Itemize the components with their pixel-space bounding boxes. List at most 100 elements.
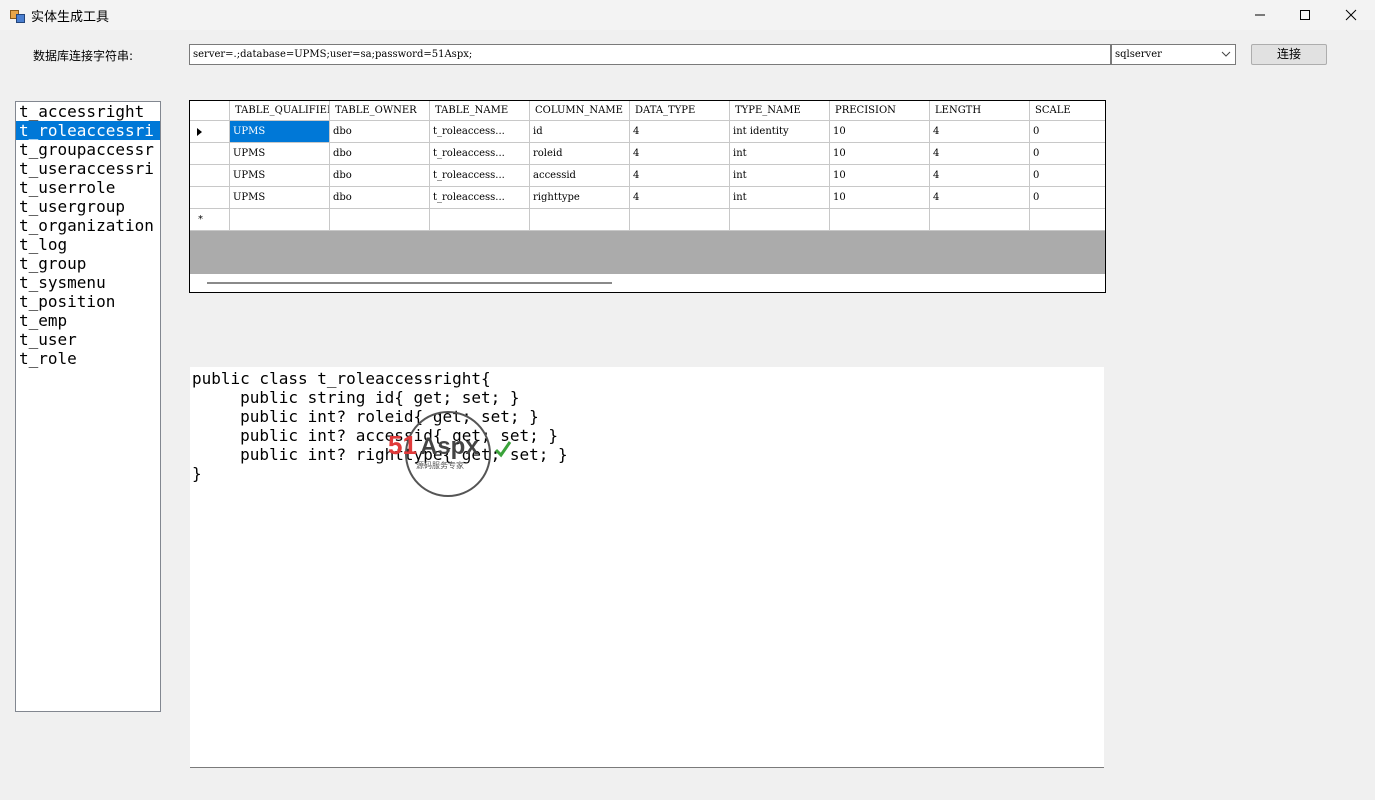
grid-cell[interactable]: 10 [830,121,930,143]
table-list-item[interactable]: t_groupaccessr [16,140,160,159]
grid-cell[interactable]: UPMS [230,143,330,165]
grid-cell[interactable]: 4 [630,165,730,187]
schema-grid[interactable]: TABLE_QUALIFIER TABLE_OWNER TABLE_NAME COLU… [189,100,1106,293]
table-row[interactable]: UPMS dbo t_roleaccess... roleid 4 int 10 4 0 [190,143,1105,165]
table-row[interactable]: UPMS dbo t_roleaccess... righttype 4 int 10 4 0 [190,187,1105,209]
code-line: public class t_roleaccessright{ [192,369,491,388]
grid-cell[interactable]: roleid [530,143,630,165]
column-header[interactable]: COLUMN_NAME [530,101,630,121]
table-list-item[interactable]: t_emp [16,311,160,330]
minimize-button[interactable] [1237,0,1283,30]
grid-cell[interactable] [730,209,830,231]
window-title: 实体生成工具 [31,10,110,25]
grid-cell[interactable]: 0 [1030,121,1105,143]
grid-cell[interactable]: 4 [630,121,730,143]
grid-cell[interactable]: UPMS [230,121,330,143]
column-header[interactable]: LENGTH [930,101,1030,121]
column-header[interactable]: PRECISION [830,101,930,121]
database-type-value: sqlserver [1115,49,1162,60]
grid-cell[interactable]: 10 [830,187,930,209]
maximize-icon [1300,10,1310,20]
grid-cell[interactable]: int identity [730,121,830,143]
table-list-item[interactable]: t_organization [16,216,160,235]
code-output[interactable]: public class t_roleaccessright{ public s… [190,367,1104,768]
row-header[interactable] [190,165,230,187]
table-list-item[interactable]: t_roleaccessri [16,121,160,140]
table-list-item[interactable]: t_group [16,254,160,273]
grid-cell[interactable]: 4 [630,187,730,209]
grid-cell[interactable]: 4 [930,143,1030,165]
grid-corner[interactable] [190,101,230,121]
connect-button[interactable]: 连接 [1251,44,1327,65]
grid-cell[interactable]: 0 [1030,187,1105,209]
grid-cell[interactable]: 4 [930,187,1030,209]
watermark-tagline: 源码服务专家 [416,460,464,470]
grid-cell[interactable] [430,209,530,231]
grid-cell[interactable]: id [530,121,630,143]
table-list-item[interactable]: t_useraccessri [16,159,160,178]
close-button[interactable] [1328,0,1374,30]
table-list-item[interactable]: t_position [16,292,160,311]
column-header[interactable]: TABLE_NAME [430,101,530,121]
grid-cell[interactable]: 0 [1030,143,1105,165]
grid-cell[interactable]: int [730,143,830,165]
grid-cell[interactable]: 10 [830,165,930,187]
database-type-select[interactable]: sqlserver [1111,44,1236,65]
row-header[interactable] [190,121,230,143]
grid-cell[interactable]: int [730,187,830,209]
table-list-item[interactable]: t_userrole [16,178,160,197]
new-row[interactable]: * [190,209,1105,231]
grid-cell[interactable]: t_roleaccess... [430,121,530,143]
column-header[interactable]: SCALE [1030,101,1105,121]
connection-string-input[interactable]: server=.;database=UPMS;user=sa;password=… [189,44,1111,65]
table-list-item[interactable]: t_log [16,235,160,254]
grid-cell[interactable] [1030,209,1105,231]
table-list-item[interactable]: t_user [16,330,160,349]
title-bar: 实体生成工具 [0,0,1375,30]
grid-cell[interactable]: UPMS [230,165,330,187]
grid-cell[interactable]: t_roleaccess... [430,187,530,209]
grid-cell[interactable] [530,209,630,231]
grid-cell[interactable]: 4 [930,121,1030,143]
table-list-item[interactable]: t_sysmenu [16,273,160,292]
table-list-item[interactable]: t_usergroup [16,197,160,216]
table-row[interactable]: UPMS dbo t_roleaccess... id 4 int identity 10 4… [190,121,1105,143]
minimize-icon [1255,14,1265,16]
scrollbar-thumb[interactable] [207,282,612,284]
table-list-item[interactable]: t_accessright [16,102,160,121]
grid-cell[interactable]: dbo [330,121,430,143]
grid-cell[interactable]: 4 [630,143,730,165]
grid-cell[interactable]: int [730,165,830,187]
column-header[interactable]: DATA_TYPE [630,101,730,121]
maximize-button[interactable] [1282,0,1328,30]
app-icon [10,8,25,23]
grid-cell[interactable]: dbo [330,187,430,209]
grid-cell[interactable] [830,209,930,231]
table-row[interactable]: UPMS dbo t_roleaccess... accessid 4 int 10 4 0 [190,165,1105,187]
watermark-logo: 51 Aspx 源码服务专家 [388,411,512,497]
grid-cell[interactable] [230,209,330,231]
grid-cell[interactable]: 4 [930,165,1030,187]
grid-cell[interactable]: dbo [330,143,430,165]
grid-cell[interactable]: t_roleaccess... [430,165,530,187]
grid-cell[interactable]: 0 [1030,165,1105,187]
grid-cell[interactable]: righttype [530,187,630,209]
horizontal-scrollbar[interactable] [190,274,1105,292]
column-header[interactable]: TYPE_NAME [730,101,830,121]
row-header[interactable] [190,187,230,209]
grid-cell[interactable]: dbo [330,165,430,187]
grid-cell[interactable] [930,209,1030,231]
grid-cell[interactable] [330,209,430,231]
grid-cell[interactable]: accessid [530,165,630,187]
table-list[interactable]: t_accessright t_roleaccessri t_groupaccess… [15,101,161,712]
code-line: public string id{ get; set; } [192,388,520,407]
row-header[interactable] [190,143,230,165]
grid-cell[interactable]: 10 [830,143,930,165]
grid-cell[interactable]: t_roleaccess... [430,143,530,165]
column-header[interactable]: TABLE_QUALIFIER [230,101,330,121]
current-row-icon [197,128,202,136]
grid-cell[interactable] [630,209,730,231]
table-list-item[interactable]: t_role [16,349,160,368]
grid-cell[interactable]: UPMS [230,187,330,209]
column-header[interactable]: TABLE_OWNER [330,101,430,121]
